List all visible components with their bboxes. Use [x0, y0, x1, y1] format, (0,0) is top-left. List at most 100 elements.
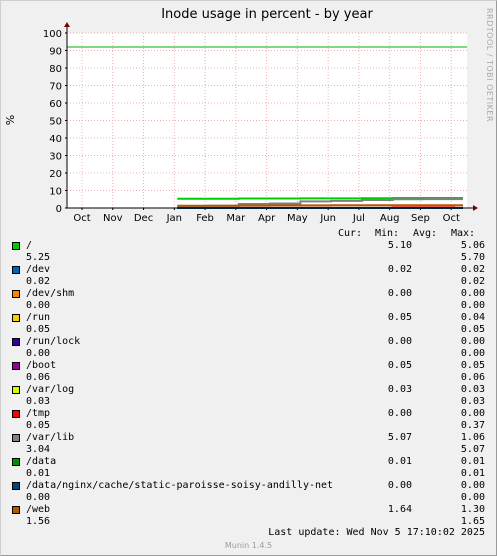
- legend-max-value: 0.00: [460, 300, 485, 311]
- legend-swatch: [12, 410, 20, 418]
- x-tick-label: Jun: [319, 213, 336, 224]
- legend-header-cur: Cur:: [338, 228, 363, 239]
- x-tick-label: Aug: [380, 213, 400, 224]
- x-tick-label: Mar: [226, 213, 246, 224]
- legend-cur-value: 0.00: [387, 480, 412, 491]
- x-tick-label: Sep: [411, 213, 430, 224]
- legend-row: /var/log 0.03 0.03: [0, 384, 497, 396]
- legend-avg-value: 0.01: [26, 468, 51, 479]
- x-tick-label: Apr: [258, 213, 276, 224]
- legend-row: /tmp 0.00 0.00: [0, 408, 497, 420]
- legend-max-value: 0.00: [460, 348, 485, 359]
- legend-min-value: 0.04: [460, 312, 485, 323]
- legend-avg-value: 5.25: [26, 252, 51, 263]
- legend-avg-value: 0.05: [26, 324, 51, 335]
- legend-row-continued: 0.06 0.06: [0, 372, 497, 384]
- chart-title: Inode usage in percent - by year: [161, 7, 373, 22]
- legend-swatch: [12, 266, 20, 274]
- legend-max-value: 0.06: [460, 372, 485, 383]
- legend-avg-value: 3.04: [26, 444, 51, 455]
- x-tick-label: Feb: [196, 213, 214, 224]
- series-line-11: [177, 204, 463, 207]
- legend-max-value: 0.01: [460, 468, 485, 479]
- legend-row-continued: 0.05 0.37: [0, 420, 497, 432]
- legend-min-value: 5.06: [460, 240, 485, 251]
- y-tick-label: 70: [49, 82, 62, 93]
- legend-row: /web 1.64 1.30: [0, 504, 497, 516]
- legend-max-value: 0.05: [460, 324, 485, 335]
- legend-swatch: [12, 386, 20, 394]
- legend-cur-value: 0.02: [387, 264, 412, 275]
- legend-max-value: 0.37: [460, 420, 485, 431]
- x-tick-label: Jan: [166, 213, 182, 224]
- legend-min-value: 0.03: [460, 384, 485, 395]
- legend-series-name: /dev: [26, 264, 51, 275]
- legend-avg-value: 0.02: [26, 276, 51, 287]
- legend-avg-value: 0.00: [26, 348, 51, 359]
- legend-row-continued: 0.03 0.03: [0, 396, 497, 408]
- y-axis-ticks: 0 10 20 30 40 50 60 70 80 90 100: [43, 29, 67, 215]
- legend-swatch: [12, 362, 20, 370]
- legend-min-value: 0.02: [460, 264, 485, 275]
- legend-row: /var/lib 5.07 1.06: [0, 432, 497, 444]
- legend-row: /boot 0.05 0.05: [0, 360, 497, 372]
- legend-max-value: 0.00: [460, 492, 485, 503]
- legend-min-value: 1.06: [460, 432, 485, 443]
- legend-row-continued: 0.00 0.00: [0, 348, 497, 360]
- legend-cur-value: 0.00: [387, 336, 412, 347]
- legend-header-max: Max:: [451, 228, 476, 239]
- y-axis-arrow: [64, 22, 70, 27]
- legend-avg-value: 0.05: [26, 420, 51, 431]
- legend-row-continued: 3.04 5.07: [0, 444, 497, 456]
- legend-swatch: [12, 242, 20, 250]
- legend-swatch: [12, 458, 20, 466]
- legend-max-value: 0.03: [460, 396, 485, 407]
- legend-row: /run 0.05 0.04: [0, 312, 497, 324]
- y-tick-label: 0: [56, 204, 62, 215]
- legend-avg-value: 1.56: [26, 516, 51, 527]
- legend-row-continued: 0.00 0.00: [0, 492, 497, 504]
- legend-series-name: /tmp: [26, 408, 51, 419]
- x-axis-ticks: Oct Nov Dec Jan Feb Mar Apr May Jun Jul Aug Sep Oct: [73, 208, 460, 224]
- legend-min-value: 0.00: [460, 336, 485, 347]
- legend-series-name: /run/lock: [26, 336, 81, 347]
- y-tick-label: 100: [43, 29, 62, 40]
- x-tick-label: May: [287, 213, 308, 224]
- last-update: Last update: Wed Nov 5 17:10:02 2025: [268, 527, 485, 538]
- legend-min-value: 0.01: [460, 456, 485, 467]
- legend-cur-value: 0.03: [387, 384, 412, 395]
- x-tick-label: Oct: [443, 213, 460, 224]
- legend-row-continued: 0.05 0.05: [0, 324, 497, 336]
- legend-series-name: /data/nginx/cache/static-paroisse-soisy-…: [26, 480, 334, 491]
- legend-cur-value: 0.01: [387, 456, 412, 467]
- legend-swatch: [12, 314, 20, 322]
- legend-header-min: Min:: [375, 228, 400, 239]
- legend-series-name: /boot: [26, 360, 57, 371]
- legend-row: /run/lock 0.00 0.00: [0, 336, 497, 348]
- legend-row-continued: 5.25 5.70: [0, 252, 497, 264]
- legend-cur-value: 5.07: [387, 432, 412, 443]
- y-tick-label: 10: [49, 187, 62, 198]
- legend-min-value: 0.00: [460, 408, 485, 419]
- legend-swatch: [12, 434, 20, 442]
- y-tick-label: 80: [49, 64, 62, 75]
- legend-avg-value: 0.06: [26, 372, 51, 383]
- legend-min-value: 0.00: [460, 480, 485, 491]
- munin-version: Munin 1.4.5: [224, 541, 273, 550]
- legend-series-name: /dev/shm: [26, 288, 75, 299]
- legend-header-avg: Avg:: [413, 228, 438, 239]
- legend-row-continued: 0.02 0.02: [0, 276, 497, 288]
- legend-row: /data 0.01 0.01: [0, 456, 497, 468]
- legend-swatch: [12, 290, 20, 298]
- legend-series-name: /var/log: [26, 384, 75, 395]
- legend-row: /dev/shm 0.00 0.00: [0, 288, 497, 300]
- legend-max-value: 0.02: [460, 276, 485, 287]
- legend-avg-value: 0.00: [26, 300, 51, 311]
- legend-cur-value: 1.64: [387, 504, 412, 515]
- legend-row-continued: 0.00 0.00: [0, 300, 497, 312]
- legend-max-value: 5.07: [460, 444, 485, 455]
- x-tick-label: Nov: [103, 213, 123, 224]
- y-tick-label: 40: [49, 134, 62, 145]
- legend-cur-value: 5.10: [387, 240, 412, 251]
- legend-min-value: 1.30: [460, 504, 485, 515]
